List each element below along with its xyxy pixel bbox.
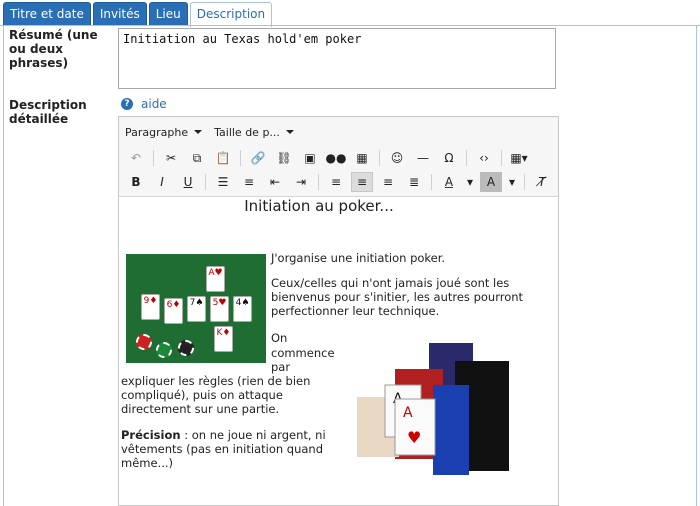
chevron-down-icon bbox=[194, 130, 203, 134]
card: K♦ bbox=[214, 326, 233, 352]
link-icon[interactable]: 🔗 bbox=[247, 148, 269, 168]
paragraph-3-line-1: On bbox=[271, 331, 288, 345]
precision-paragraph: Précision : on ne joue ni argent, ni vêt… bbox=[121, 428, 331, 470]
tab-invites[interactable]: Invités bbox=[92, 2, 147, 25]
precision-label: Précision bbox=[121, 428, 181, 442]
font-size-select-label: Taille de p... bbox=[214, 125, 280, 139]
format-select[interactable]: Paragraphe bbox=[125, 125, 203, 139]
align-center-icon[interactable]: ≡ bbox=[351, 172, 373, 192]
align-justify-icon[interactable]: ≣ bbox=[403, 172, 425, 192]
toolbar-separator bbox=[205, 174, 206, 190]
paragraph-3: expliquer les règles (rien de bien compl… bbox=[121, 374, 311, 416]
chevron-down-icon[interactable]: ▾ bbox=[464, 172, 476, 192]
tab-bar: Titre et date Invités Lieu Description bbox=[3, 2, 273, 27]
toolbar-separator bbox=[240, 150, 241, 166]
paragraph-3-line-3: par bbox=[271, 360, 291, 374]
toolbar-separator bbox=[524, 174, 525, 190]
outdent-icon[interactable]: ⇤ bbox=[264, 172, 286, 192]
tab-lieu[interactable]: Lieu bbox=[148, 2, 188, 25]
toolbar-separator bbox=[466, 150, 467, 166]
paragraph-3-line-2: commence bbox=[271, 346, 335, 360]
text-color-icon[interactable]: A bbox=[438, 172, 460, 192]
paragraph-2: Ceux/celles qui n'ont jamais joué sont l… bbox=[271, 276, 524, 318]
resume-field[interactable]: Initiation au Texas hold'em poker bbox=[118, 28, 556, 89]
horizontal-rule-icon[interactable]: — bbox=[412, 148, 434, 168]
bullet-list-icon[interactable]: ☰ bbox=[212, 172, 234, 192]
help-link[interactable]: aide bbox=[141, 97, 167, 111]
numbered-list-icon[interactable]: ≡ bbox=[238, 172, 260, 192]
card: 4♠ bbox=[233, 296, 252, 322]
poker-chips-image: A ♠ A ♥ bbox=[337, 341, 537, 501]
chevron-down-icon[interactable]: ▾ bbox=[506, 172, 518, 192]
align-right-icon[interactable]: ≡ bbox=[377, 172, 399, 192]
card: 7♠ bbox=[187, 296, 206, 322]
clear-format-icon[interactable]: T̸ bbox=[531, 172, 553, 192]
italic-icon[interactable]: I bbox=[151, 172, 173, 192]
copy-icon[interactable]: ⧉ bbox=[186, 148, 208, 168]
toolbar-separator bbox=[431, 174, 432, 190]
align-left-icon[interactable]: ≡ bbox=[325, 172, 347, 192]
chip bbox=[178, 340, 194, 356]
unlink-icon[interactable]: ⛓ bbox=[273, 148, 295, 168]
toolbar-separator bbox=[501, 150, 502, 166]
underline-icon[interactable]: U bbox=[177, 172, 199, 192]
editor-content[interactable]: Initiation au poker... 9♦ 6♦ 7♠ 5♥ 4♠ A♥… bbox=[119, 197, 558, 505]
image-icon[interactable]: ▣ bbox=[299, 148, 321, 168]
svg-text:A: A bbox=[403, 405, 413, 421]
svg-text:♥: ♥ bbox=[407, 428, 421, 447]
editor-toolbar: Paragraphe Taille de p... ↶ ✂ ⧉ 📋 🔗 ⛓ ▣ … bbox=[119, 117, 558, 197]
paste-icon[interactable]: 📋 bbox=[212, 148, 234, 168]
background-color-icon[interactable]: A bbox=[480, 172, 502, 192]
card: 5♥ bbox=[210, 296, 229, 322]
tab-description[interactable]: Description bbox=[189, 2, 273, 27]
card: 9♦ bbox=[141, 294, 160, 320]
paragraph-1: J'organise une initiation poker. bbox=[271, 251, 446, 265]
help-link-group[interactable]: ? aide bbox=[121, 97, 167, 111]
resume-label: Résumé (une ou deux phrases) bbox=[9, 28, 98, 70]
toolbar-separator bbox=[153, 150, 154, 166]
rich-text-editor: Paragraphe Taille de p... ↶ ✂ ⧉ 📋 🔗 ⛓ ▣ … bbox=[118, 116, 559, 506]
chip bbox=[136, 334, 152, 350]
tab-titre-et-date[interactable]: Titre et date bbox=[3, 2, 91, 25]
toolbar-separator bbox=[379, 150, 380, 166]
video-icon[interactable]: ▦ bbox=[351, 148, 373, 168]
chip bbox=[156, 342, 172, 358]
undo-icon[interactable]: ↶ bbox=[125, 148, 147, 168]
card: 6♦ bbox=[164, 298, 183, 324]
media-icon[interactable]: ●● bbox=[325, 148, 347, 168]
font-size-select[interactable]: Taille de p... bbox=[214, 126, 294, 139]
description-label: Description détaillée bbox=[9, 98, 87, 126]
source-code-icon[interactable]: ‹› bbox=[473, 148, 495, 168]
cut-icon[interactable]: ✂ bbox=[160, 148, 182, 168]
bold-icon[interactable]: B bbox=[125, 172, 147, 192]
doc-title: Initiation au poker... bbox=[244, 197, 394, 215]
special-char-icon[interactable]: Ω bbox=[438, 148, 460, 168]
question-icon: ? bbox=[121, 98, 133, 110]
format-select-label: Paragraphe bbox=[125, 125, 189, 139]
poker-cards-image: 9♦ 6♦ 7♠ 5♥ 4♠ A♥ K♦ bbox=[126, 254, 266, 363]
chevron-down-icon bbox=[285, 130, 294, 134]
toolbar-separator bbox=[318, 174, 319, 190]
table-icon[interactable]: ▦▾ bbox=[508, 148, 530, 168]
emoji-icon[interactable]: ☺ bbox=[386, 148, 408, 168]
card: A♥ bbox=[206, 266, 225, 292]
indent-icon[interactable]: ⇥ bbox=[290, 172, 312, 192]
